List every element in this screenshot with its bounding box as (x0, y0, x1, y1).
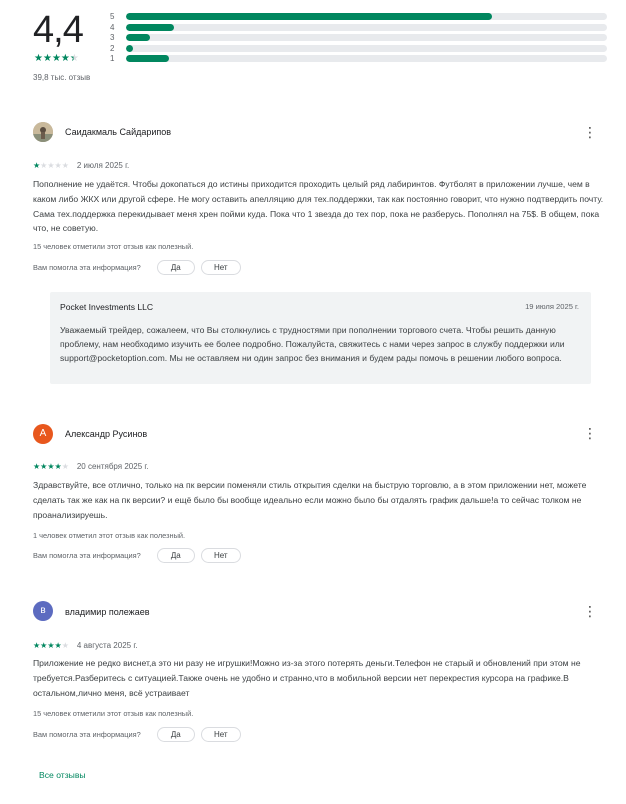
avatar-letter: в (40, 605, 46, 616)
reply-text: Уважаемый трейдер, сожалеем, что Вы стол… (60, 325, 565, 363)
star-empty-icon: ★ (54, 161, 62, 170)
avatar-letter: А (39, 428, 47, 439)
developer-name: Pocket Investments LLC (60, 302, 154, 312)
author-name: владимир полежаев (65, 607, 150, 617)
histogram-bar-4 (126, 23, 175, 31)
avatar: А (33, 424, 53, 444)
author-name: Саидакмаль Сайдарипов (65, 127, 172, 137)
star-icon: ★ (51, 53, 61, 64)
helpful-count: 15 человек отметили этот отзыв как полез… (33, 709, 194, 718)
average-stars: ★★★★★ (34, 54, 79, 64)
histogram-track (126, 23, 607, 31)
star-icon: ★ (34, 53, 43, 64)
developer-reply: Pocket Investments LLC 19 июля 2025 г. У… (50, 292, 591, 384)
star-empty-icon: ★ (61, 641, 69, 650)
helpful-yes-button[interactable]: Да (156, 260, 195, 275)
review-text: Приложение не редко виснет,а это ни разу… (33, 658, 581, 698)
histogram-bar-5 (126, 13, 492, 20)
histogram-track (126, 55, 607, 62)
avatar (33, 122, 53, 142)
helpful-count: 15 человек отметили этот отзыв как полез… (33, 242, 194, 251)
histogram-bar-1 (126, 55, 170, 62)
review-count: 39,8 тыс. отзыв (33, 73, 91, 82)
star-icon: ★ (60, 53, 70, 64)
helpful-question: Вам помогла эта информация? Да Нет (33, 260, 241, 275)
star-icon: ★ (42, 53, 52, 64)
helpful-no-button[interactable]: Нет (200, 260, 241, 275)
star-filled-icon: ★ (47, 462, 55, 471)
histogram-label: 3 (110, 33, 115, 42)
histogram-row-2: 2 (110, 43, 610, 54)
average-score: 4,4 (33, 9, 84, 51)
all-reviews-link[interactable]: Все отзывы (39, 770, 86, 780)
histogram-label: 5 (110, 12, 115, 21)
review-text: Здравствуйте, все отлично, только на пк … (33, 480, 587, 520)
review-date: 20 сентября 2025 г. (76, 462, 149, 471)
helpful-no-button[interactable]: Нет (200, 548, 241, 563)
review-text: Пополнение не удаётся. Чтобы докопаться … (33, 179, 604, 234)
more-options-icon[interactable]: ⋮ (583, 124, 597, 140)
histogram-track (126, 34, 607, 41)
star-filled-icon: ★ (47, 641, 55, 650)
histogram-row-4: 4 (110, 22, 610, 33)
histogram-track (126, 44, 607, 52)
histogram-track (126, 13, 607, 20)
avatar: в (33, 601, 53, 621)
star-icon: ★ (69, 53, 79, 64)
histogram-row-3: 3 (110, 32, 610, 43)
helpful-question: Вам помогла эта информация? Да Нет (33, 727, 241, 742)
helpful-yes-button[interactable]: Да (156, 727, 195, 742)
more-options-icon[interactable]: ⋮ (583, 603, 597, 619)
star-filled-icon: ★ (54, 641, 62, 650)
helpful-question: Вам помогла эта информация? Да Нет (33, 548, 241, 563)
review-stars: ★★★★★ (33, 462, 69, 471)
helpful-question-label: Вам помогла эта информация? (33, 730, 141, 739)
review-stars: ★★★★★ (33, 161, 69, 170)
helpful-count: 1 человек отметил этот отзыв как полезны… (33, 531, 186, 540)
star-filled-icon: ★ (54, 462, 62, 471)
histogram-label: 1 (110, 54, 115, 63)
star-empty-icon: ★ (61, 161, 69, 170)
review-stars: ★★★★★ (33, 641, 69, 650)
review-date: 2 июля 2025 г. (76, 161, 130, 170)
histogram-bar-3 (126, 34, 151, 41)
star-empty-icon: ★ (61, 462, 69, 471)
helpful-yes-button[interactable]: Да (156, 548, 195, 563)
review-meta: ★★★★★ 20 сентября 2025 г. (33, 462, 149, 471)
reply-date: 19 июля 2025 г. (525, 302, 579, 311)
author-name: Александр Русинов (65, 429, 148, 439)
histogram-row-5: 5 (110, 11, 610, 22)
star-empty-icon: ★ (47, 161, 55, 170)
review-meta: ★★★★★ 2 июля 2025 г. (33, 161, 129, 170)
histogram-label: 4 (110, 22, 115, 32)
average-stars-glyphs: ★★★★★ (34, 53, 79, 64)
review-meta: ★★★★★ 4 августа 2025 г. (33, 641, 138, 650)
histogram-bar-2 (126, 44, 134, 52)
histogram-label: 2 (110, 43, 115, 53)
histogram-row-1: 1 (110, 53, 610, 64)
helpful-question-label: Вам помогла эта информация? (33, 263, 141, 272)
more-options-icon[interactable]: ⋮ (583, 425, 597, 441)
helpful-no-button[interactable]: Нет (200, 727, 241, 742)
rating-summary: 4,4 ★★★★★ 39,8 тыс. отзыв 5 4 3 2 1 (0, 0, 626, 90)
review-date: 4 августа 2025 г. (76, 641, 138, 650)
helpful-question-label: Вам помогла эта информация? (33, 551, 141, 560)
photo-avatar-icon (33, 122, 53, 142)
